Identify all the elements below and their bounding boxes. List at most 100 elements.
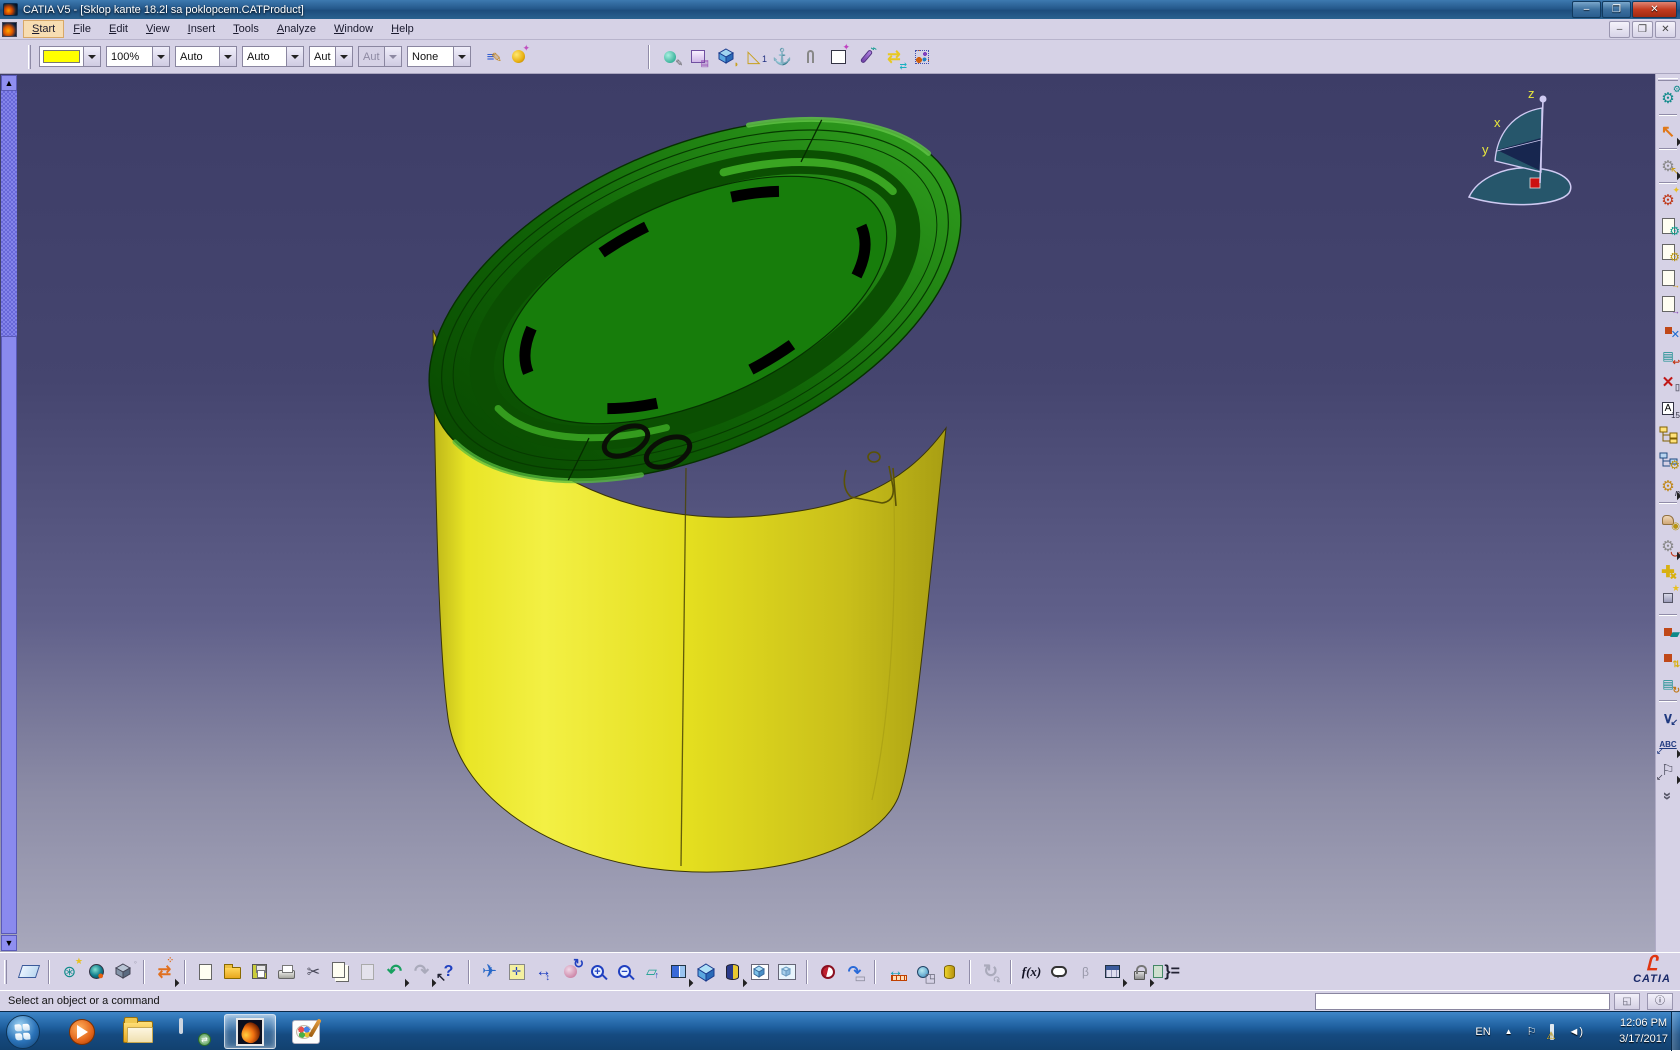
line-weight-combo[interactable]: Auto <box>175 46 237 67</box>
menu-tools[interactable]: Tools <box>224 20 268 38</box>
graphic-wizard-icon[interactable]: ✦ <box>505 44 531 70</box>
paperclip-icon[interactable] <box>797 44 823 70</box>
menu-window[interactable]: Window <box>325 20 382 38</box>
scroll-down-icon[interactable]: ▼ <box>1 935 17 951</box>
network-icon[interactable]: ⚠ <box>1550 1026 1554 1038</box>
tree-undo-icon[interactable]: ▤↩ <box>1656 343 1680 369</box>
info-button[interactable]: ⓘ <box>1647 993 1673 1010</box>
gear-star-icon[interactable]: ⚙✦ <box>1656 187 1680 213</box>
open-icon[interactable] <box>219 958 246 986</box>
weld-symbol-icon[interactable]: ∨↙ <box>1656 705 1680 731</box>
toolbar-grip[interactable] <box>1658 78 1678 81</box>
manipulation-hand-icon[interactable]: ◉ <box>1656 507 1680 533</box>
taskbar-explorer[interactable] <box>112 1014 164 1049</box>
measure-inertia-icon[interactable] <box>936 958 963 986</box>
doc-arrow-icon[interactable]: → <box>1656 265 1680 291</box>
clock[interactable]: 12:06 PM 3/17/2017 <box>1619 1015 1668 1047</box>
menu-edit[interactable]: Edit <box>100 20 137 38</box>
relations-icon[interactable]: }= <box>1153 958 1180 986</box>
undo-icon[interactable]: ↶ <box>381 958 408 986</box>
annotation-a15-icon[interactable]: A15 <box>1656 395 1680 421</box>
restore-button[interactable]: ❐ <box>1602 1 1631 18</box>
menu-view[interactable]: View <box>137 20 179 38</box>
measure-between-icon[interactable]: ↔ <box>882 958 909 986</box>
doc-arrow-gear-icon[interactable]: → <box>1656 291 1680 317</box>
copy-graphic-properties-icon[interactable]: ≡ ✎ <box>477 44 503 70</box>
cube-camera-icon[interactable]: ◗ <box>713 44 739 70</box>
bucket-model[interactable] <box>375 74 1016 872</box>
show-desktop-button[interactable] <box>1671 1012 1680 1051</box>
formula-icon[interactable]: f(x) <box>1018 958 1045 986</box>
mdi-close-button[interactable]: ✕ <box>1655 21 1676 38</box>
isometric-view-icon[interactable] <box>692 958 719 986</box>
point-symbol-combo[interactable]: Aut <box>309 46 353 67</box>
swap-visible-space-icon[interactable] <box>773 958 800 986</box>
save-icon[interactable] <box>246 958 273 986</box>
cube-small-icon[interactable]: ◦ <box>110 958 137 986</box>
anchor-icon[interactable]: ⚓ <box>769 44 795 70</box>
taskbar-catia[interactable] <box>224 1014 276 1049</box>
mdi-minimize-button[interactable]: – <box>1609 21 1630 38</box>
taskbar-media-player[interactable] <box>56 1014 108 1049</box>
text-with-leader-icon[interactable]: ABC↙ <box>1656 731 1680 757</box>
update-all-icon[interactable]: ⚙⚙ <box>1656 85 1680 111</box>
menu-file[interactable]: File <box>64 20 100 38</box>
flag-note-icon[interactable]: ⚐↙ <box>1656 757 1680 783</box>
product-tree-gear-icon[interactable]: ⚙ <box>1656 447 1680 473</box>
hide-show-icon[interactable] <box>746 958 773 986</box>
chevron-down-icon[interactable] <box>453 47 470 66</box>
volume-icon[interactable]: ◄) <box>1568 1026 1583 1038</box>
line-type-combo[interactable]: Auto <box>242 46 304 67</box>
command-input[interactable] <box>1315 993 1610 1010</box>
sphere-pencil-icon[interactable]: ✎ <box>657 44 683 70</box>
pan-icon[interactable]: ↔↕ <box>530 958 557 986</box>
zoom-out-icon[interactable]: − <box>611 958 638 986</box>
workbench-book-icon[interactable] <box>15 958 42 986</box>
lock-icon[interactable] <box>1126 958 1153 986</box>
scroll-up-icon[interactable]: ▲ <box>1 75 17 91</box>
setsquare-icon[interactable]: ◺1 <box>741 44 767 70</box>
power-input-button[interactable]: ◱ <box>1614 993 1640 1010</box>
smart-pick-icon[interactable]: ⚙↖ <box>1656 153 1680 179</box>
explode-icon[interactable]: ✚✚ <box>1656 559 1680 585</box>
start-button[interactable] <box>6 1015 40 1049</box>
chevron-down-icon[interactable] <box>152 47 169 66</box>
menu-help[interactable]: Help <box>382 20 423 38</box>
fly-mode-icon[interactable]: ✈ <box>476 958 503 986</box>
whats-this-icon[interactable]: ?↖ <box>435 958 462 986</box>
pattern-n-icon[interactable]: ⚙n <box>1656 473 1680 499</box>
fill-color-combo[interactable] <box>39 46 101 67</box>
toolbar-grip[interactable] <box>28 45 31 69</box>
tree-scrollbar[interactable]: ▲ ▼ <box>0 74 18 952</box>
macro-globe-icon[interactable]: ⊛★ <box>56 958 83 986</box>
catalog-box-icon[interactable]: ▤ <box>685 44 711 70</box>
minimize-button[interactable]: – <box>1572 1 1601 18</box>
language-indicator[interactable]: EN <box>1475 1026 1490 1038</box>
select-arrow-icon[interactable]: ↖ <box>1656 119 1680 145</box>
product-tree-icon[interactable] <box>1656 421 1680 447</box>
graph-tree-reorder-icon[interactable]: ▤↻ <box>1656 671 1680 697</box>
chevron-down-icon[interactable] <box>286 47 303 66</box>
zoom-in-icon[interactable]: + <box>584 958 611 986</box>
measure-item-icon[interactable]: ◳ <box>909 958 936 986</box>
scrollbar-track[interactable] <box>1 91 17 336</box>
more-tools-chevron-icon[interactable]: » <box>1655 784 1680 808</box>
comment-icon[interactable] <box>1045 958 1072 986</box>
rotate-icon[interactable]: ↻ <box>557 958 584 986</box>
component-star-icon[interactable]: ★ <box>1656 585 1680 611</box>
doc-gear-teal-icon[interactable]: ⚙ <box>1656 213 1680 239</box>
chevron-down-icon[interactable] <box>219 47 236 66</box>
taskbar-remote-desktop[interactable]: ⇄ <box>168 1014 220 1049</box>
quick-print-icon[interactable] <box>273 958 300 986</box>
grid-points-icon[interactable]: ⇄⁘ <box>151 958 178 986</box>
view-compass[interactable]: z x y <box>1469 86 1571 205</box>
design-table-icon[interactable] <box>1099 958 1126 986</box>
color-grid-icon[interactable] <box>909 44 935 70</box>
render-style-icon[interactable] <box>719 958 746 986</box>
sphere-render-icon[interactable]: ● <box>83 958 110 986</box>
fit-all-in-icon[interactable]: ✛ <box>503 958 530 986</box>
new-document-icon[interactable] <box>192 958 219 986</box>
frame-ruler-icon[interactable]: ✦ <box>825 44 851 70</box>
menu-insert[interactable]: Insert <box>179 20 225 38</box>
menu-start[interactable]: Start <box>23 20 64 38</box>
